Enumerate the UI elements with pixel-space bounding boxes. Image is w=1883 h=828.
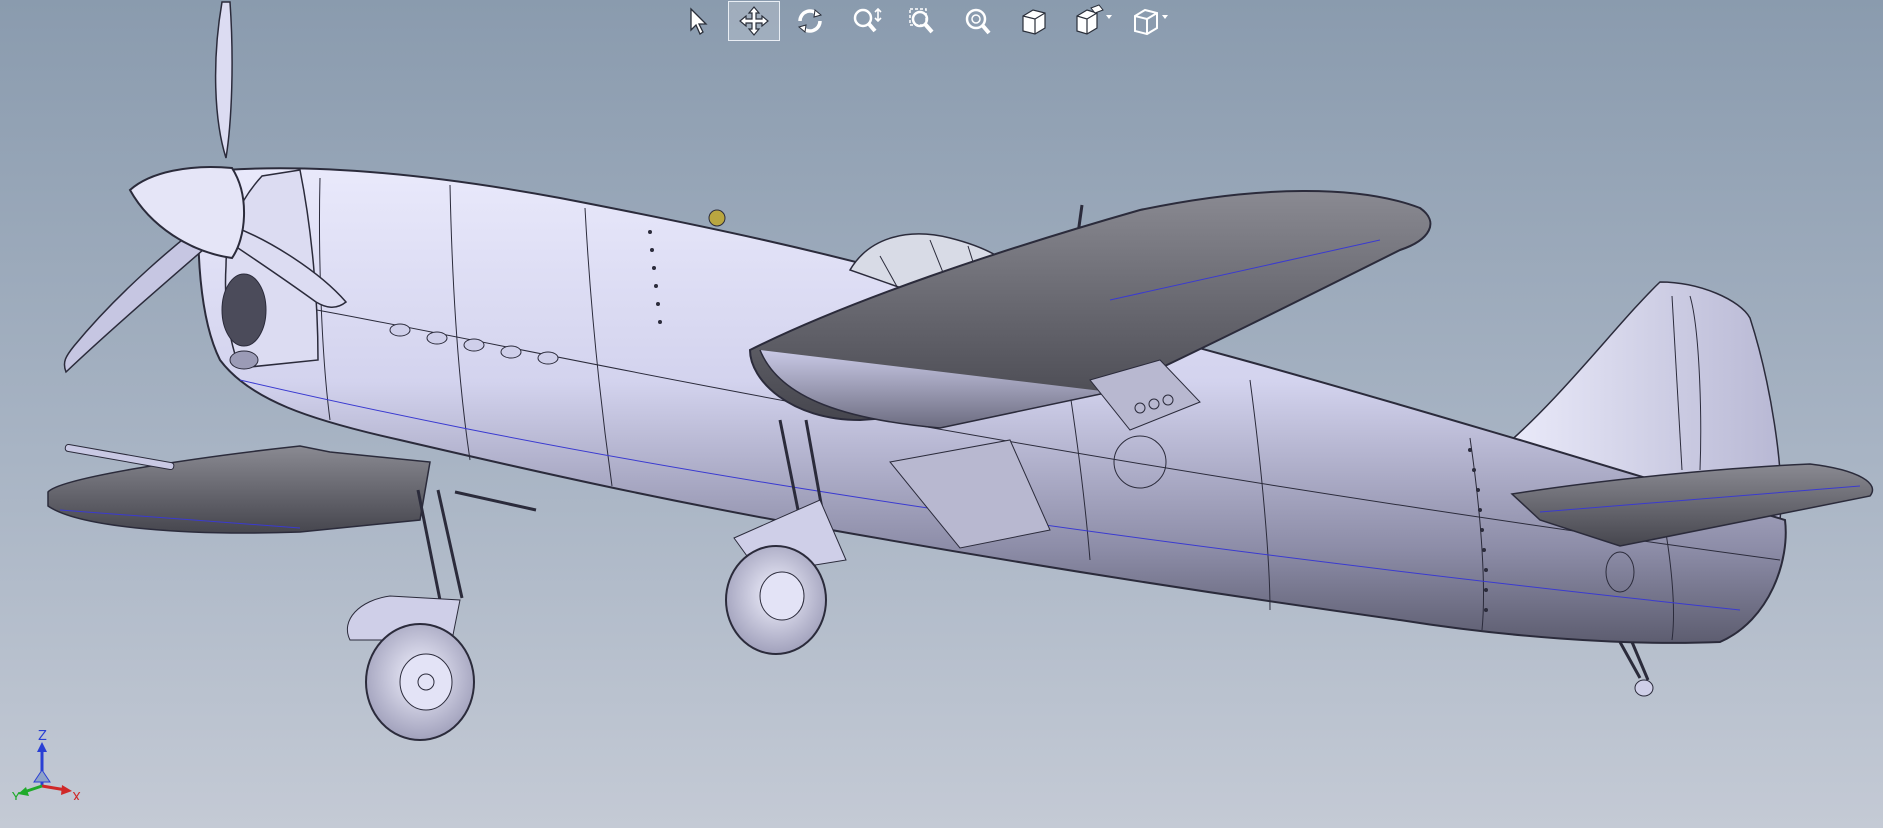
x-axis-label: X [72, 791, 81, 800]
chevron-down-icon [1162, 15, 1168, 19]
left-main-landing-gear [347, 489, 537, 741]
select-tool-button[interactable] [672, 1, 724, 41]
display-style-button[interactable] [1064, 1, 1116, 41]
rotate-view-button[interactable] [784, 1, 836, 41]
aircraft-3d-model[interactable] [0, 0, 1883, 828]
tail-wheel [1618, 641, 1654, 697]
z-axis-label: Z [38, 730, 47, 744]
graphics-viewport[interactable]: Z X Y [0, 0, 1883, 828]
reference-triad: Z X Y [12, 730, 81, 800]
y-axis-label: Y [12, 791, 20, 800]
left-wing [47, 443, 431, 534]
standard-view-cube-icon [1022, 9, 1046, 35]
heads-up-view-toolbar [672, 0, 1172, 42]
chevron-down-icon [1106, 15, 1112, 19]
zoom-in-out-icon [853, 7, 882, 33]
hide-show-items-button[interactable] [1120, 1, 1172, 41]
pan-move-icon [739, 6, 769, 36]
zoom-to-area-icon [909, 8, 934, 34]
cursor-arrow-icon [690, 7, 708, 35]
zoom-to-fit-button[interactable] [952, 1, 1004, 41]
view-orientation-button[interactable] [1008, 1, 1060, 41]
zoom-to-fit-icon [965, 8, 991, 35]
pan-tool-button[interactable] [728, 1, 780, 41]
zoom-in-out-button[interactable] [840, 1, 892, 41]
hide-show-cube-icon [1134, 8, 1158, 36]
zoom-to-area-button[interactable] [896, 1, 948, 41]
rotate-view-icon [797, 9, 823, 33]
display-style-icon [1076, 4, 1104, 35]
